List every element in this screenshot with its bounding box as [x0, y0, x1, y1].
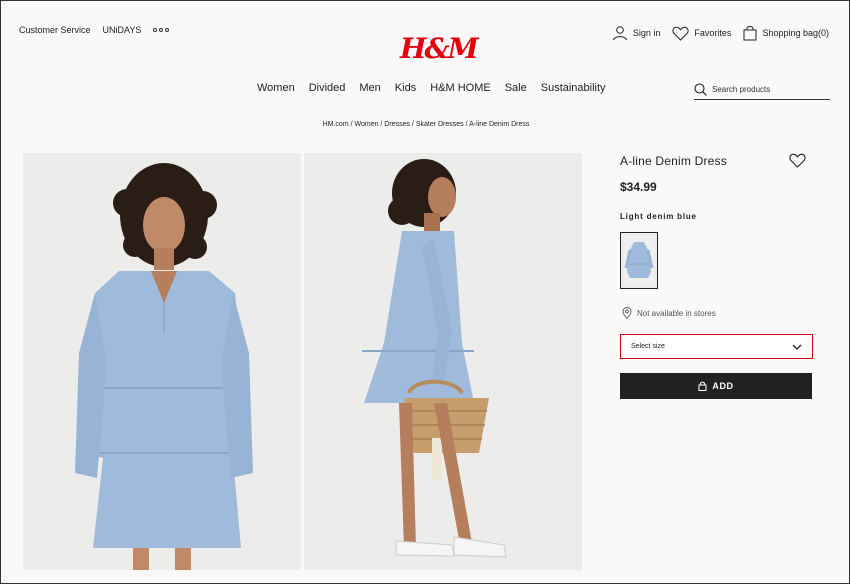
search-bar — [694, 79, 830, 100]
size-select-dropdown[interactable]: Select size — [620, 334, 813, 359]
favorites-label: Favorites — [694, 28, 732, 38]
store-availability: Not available in stores — [622, 307, 716, 319]
swatch-dress-thumbnail — [624, 236, 654, 285]
nav-divided[interactable]: Divided — [309, 82, 346, 94]
product-image-side[interactable] — [304, 153, 582, 570]
nav-kids[interactable]: Kids — [395, 82, 416, 94]
utility-links-right: Sign in Favorites Shopping bag(0) — [612, 25, 829, 41]
search-icon[interactable] — [694, 82, 707, 96]
nav-sale[interactable]: Sale — [505, 82, 527, 94]
favorites-link[interactable]: Favorites — [672, 26, 731, 41]
color-swatch-light-denim-blue[interactable] — [620, 232, 658, 289]
shopping-bag-label: Shopping bag(0) — [762, 28, 829, 38]
more-dots-icon[interactable] — [153, 28, 170, 32]
nav-sustainability[interactable]: Sustainability — [541, 82, 606, 94]
size-select-label: Select size — [631, 343, 665, 350]
page-frame: Customer Service UNiDAYS H&M Sign in Fav… — [0, 0, 850, 584]
bag-icon — [743, 25, 757, 41]
search-input[interactable] — [712, 84, 822, 94]
availability-text: Not available in stores — [637, 308, 716, 318]
sign-in-link[interactable]: Sign in — [612, 25, 661, 41]
user-icon — [612, 26, 627, 41]
add-to-bag-button[interactable]: ADD — [620, 373, 812, 399]
color-name: Light denim blue — [620, 212, 697, 221]
add-button-label: ADD — [712, 381, 734, 391]
add-to-favorites-button[interactable] — [789, 153, 806, 173]
heart-icon — [789, 153, 806, 168]
location-pin-icon — [622, 307, 632, 319]
nav-men[interactable]: Men — [359, 82, 380, 94]
unidays-link[interactable]: UNiDAYS — [103, 25, 142, 35]
breadcrumb-path[interactable]: HM.com / Women / Dresses / Skater Dresse… — [323, 121, 530, 128]
customer-service-link[interactable]: Customer Service — [19, 25, 91, 35]
main-navigation: Women Divided Men Kids H&M HOME Sale Sus… — [257, 82, 606, 94]
breadcrumb: HM.com / Women / Dresses / Skater Dresse… — [1, 121, 849, 128]
utility-links-left: Customer Service UNiDAYS — [19, 25, 170, 35]
chevron-down-icon — [792, 344, 802, 350]
heart-icon — [672, 26, 689, 41]
hm-logo[interactable]: H&M — [400, 31, 479, 67]
lock-bag-icon — [698, 381, 707, 391]
front-model-illustration — [23, 153, 301, 570]
product-title: A-line Denim Dress — [620, 154, 727, 168]
product-image-front[interactable] — [23, 153, 301, 570]
sign-in-label: Sign in — [632, 28, 661, 38]
side-model-illustration — [304, 153, 582, 570]
nav-women[interactable]: Women — [257, 82, 295, 94]
product-price: $34.99 — [620, 180, 657, 194]
shopping-bag-link[interactable]: Shopping bag(0) — [743, 25, 829, 41]
nav-hm-home[interactable]: H&M HOME — [430, 82, 491, 94]
